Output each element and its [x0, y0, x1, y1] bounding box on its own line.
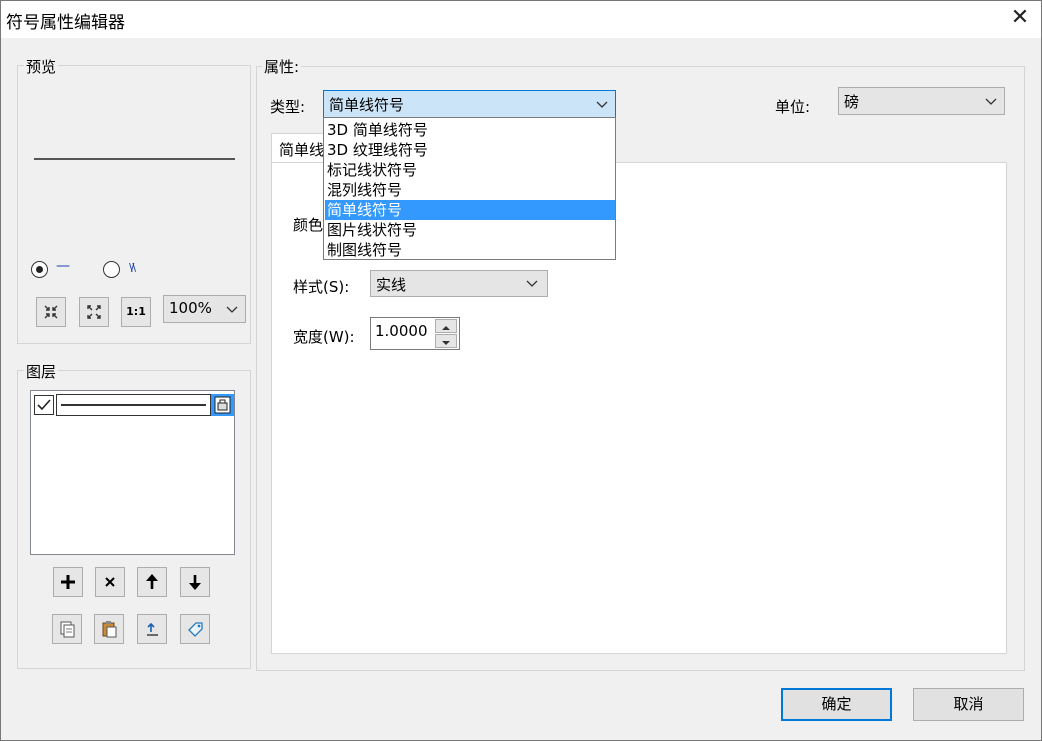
width-label: 宽度(W):: [293, 328, 355, 346]
style-label: 样式(S):: [293, 278, 350, 296]
zoom-fit-button[interactable]: [79, 297, 109, 327]
add-layer-button[interactable]: [53, 567, 83, 597]
layer-visibility-checkbox[interactable]: [34, 395, 54, 415]
chevron-down-icon: [226, 306, 238, 313]
chevron-down-icon: [985, 98, 997, 105]
style-select[interactable]: 实线: [370, 270, 548, 297]
cancel-button[interactable]: 取消: [913, 688, 1024, 721]
type-select[interactable]: 简单线符号: [323, 90, 616, 118]
caret-down-icon: [442, 341, 450, 345]
width-decrement-button[interactable]: [435, 334, 457, 348]
type-dropdown-list[interactable]: 3D 简单线符号 3D 纹理线符号 标记线状符号 混列线符号 简单线符号 图片线…: [323, 117, 616, 260]
close-icon: ✕: [1010, 5, 1030, 30]
preview-label: 预览: [24, 56, 59, 77]
chevron-down-icon: [526, 280, 538, 287]
type-option[interactable]: 3D 纹理线符号: [325, 140, 615, 160]
copy-layer-button[interactable]: [52, 614, 82, 644]
width-spinbox[interactable]: 1.0000: [370, 317, 460, 350]
tag-layer-button[interactable]: [180, 614, 210, 644]
tab-simple-line-label: 简单线: [279, 141, 325, 159]
move-up-icon: [146, 574, 158, 589]
title-bar: [0, 0, 1042, 38]
type-option-selected[interactable]: 简单线符号: [325, 200, 615, 220]
preview-line-sample: [34, 158, 235, 160]
unit-select[interactable]: 磅: [838, 87, 1005, 115]
layer-lock-button[interactable]: [211, 394, 234, 416]
type-option[interactable]: 图片线状符号: [325, 220, 615, 240]
remove-icon: [105, 577, 115, 587]
unit-select-value: 磅: [844, 93, 860, 111]
type-label: 类型:: [270, 98, 306, 116]
zoom-fit-icon: [87, 305, 101, 319]
zoom-value: 100%: [169, 299, 212, 317]
properties-label: 属性:: [262, 56, 302, 77]
layer-line-sample: [61, 404, 206, 406]
width-value: 1.0000: [375, 322, 428, 340]
move-layer-up-button[interactable]: [137, 567, 167, 597]
remove-layer-button[interactable]: [95, 567, 125, 597]
type-option[interactable]: 制图线符号: [325, 240, 615, 260]
tab-simple-line[interactable]: 简单线: [271, 133, 331, 164]
paste-icon: [102, 621, 117, 638]
unit-label: 单位:: [775, 98, 811, 116]
window-title: 符号属性编辑器: [6, 13, 125, 33]
move-down-icon: [189, 575, 201, 590]
line-mode-radio[interactable]: [31, 261, 48, 278]
reset-layer-button[interactable]: [137, 614, 167, 644]
tag-icon: [188, 622, 203, 637]
zoom-in-icon: [44, 305, 58, 319]
type-select-value: 简单线符号: [329, 96, 405, 114]
wave-mode-icon: \/\: [129, 261, 136, 274]
width-increment-button[interactable]: [435, 319, 457, 333]
actual-size-icon: 1:1: [126, 305, 146, 318]
lock-icon: [214, 396, 231, 414]
zoom-in-button[interactable]: [36, 297, 66, 327]
caret-up-icon: [442, 326, 450, 330]
layer-row[interactable]: [33, 394, 234, 416]
layers-label: 图层: [24, 361, 59, 382]
copy-icon: [60, 621, 75, 638]
layer-symbol-preview[interactable]: [56, 394, 211, 416]
actual-size-button[interactable]: 1:1: [121, 297, 151, 327]
type-option[interactable]: 标记线状符号: [325, 160, 615, 180]
wave-mode-radio[interactable]: [103, 261, 120, 278]
type-option[interactable]: 混列线符号: [325, 180, 615, 200]
move-layer-down-button[interactable]: [180, 567, 210, 597]
paste-layer-button[interactable]: [94, 614, 124, 644]
layers-list[interactable]: [30, 390, 235, 555]
checkmark-icon: [37, 399, 51, 411]
color-label: 颜色: [293, 216, 324, 234]
add-icon: [61, 575, 75, 589]
type-option[interactable]: 3D 简单线符号: [325, 120, 615, 140]
line-mode-icon: —: [56, 258, 70, 274]
zoom-select[interactable]: 100%: [163, 295, 246, 323]
style-select-value: 实线: [376, 276, 407, 294]
reset-icon: [147, 622, 158, 636]
chevron-down-icon: [596, 101, 608, 108]
ok-button[interactable]: 确定: [781, 688, 892, 721]
close-button[interactable]: ✕: [998, 0, 1042, 36]
